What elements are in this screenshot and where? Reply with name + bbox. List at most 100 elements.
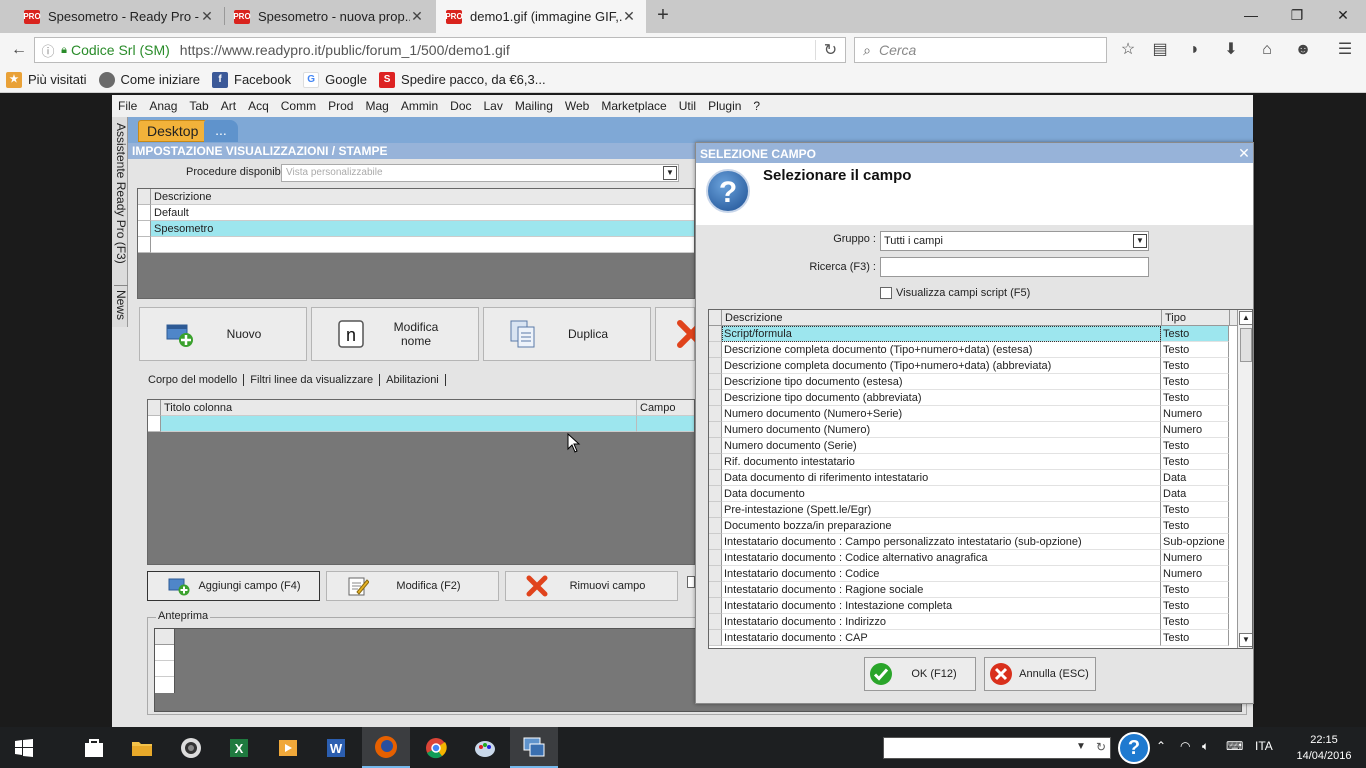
- tab-enablements[interactable]: Abilitazioni: [386, 374, 446, 386]
- reload-icon[interactable]: ↻: [815, 40, 845, 60]
- table-row-selected[interactable]: [148, 416, 694, 432]
- script-fields-checkbox[interactable]: [880, 287, 892, 299]
- table-row[interactable]: Numero documento (Numero) Numero: [722, 422, 1237, 438]
- menu-web[interactable]: Web: [559, 99, 595, 113]
- scroll-down-icon[interactable]: ▼: [1239, 633, 1252, 647]
- menu-mag[interactable]: Mag: [359, 99, 394, 113]
- bookmark-facebook[interactable]: f Facebook: [212, 71, 291, 88]
- menu-plugin[interactable]: Plugin: [702, 99, 747, 113]
- table-row[interactable]: Intestatario documento : Campo personali…: [722, 534, 1237, 550]
- table-row[interactable]: Intestatario documento : CAP Testo: [722, 630, 1237, 646]
- empty-cell[interactable]: [637, 416, 694, 432]
- close-tab-icon[interactable]: ✕: [200, 8, 214, 25]
- taskbar-explorer[interactable]: [118, 727, 166, 768]
- table-row[interactable]: Documento bozza/in preparazione Testo: [722, 518, 1237, 534]
- url-text[interactable]: https://www.readypro.it/public/forum_1/5…: [180, 42, 815, 58]
- menu-doc[interactable]: Doc: [444, 99, 477, 113]
- back-arrow-icon[interactable]: ←: [8, 39, 30, 61]
- menu-prod[interactable]: Prod: [322, 99, 359, 113]
- bookmark-shipping[interactable]: S Spedire pacco, da €6,3...: [379, 71, 546, 88]
- table-row[interactable]: Data documento Data: [722, 486, 1237, 502]
- scrollbar-thumb[interactable]: [1240, 328, 1252, 362]
- menu-art[interactable]: Art: [215, 99, 242, 113]
- close-tab-icon[interactable]: ✕: [410, 8, 424, 25]
- menu-mailing[interactable]: Mailing: [509, 99, 559, 113]
- tab-line-filters[interactable]: Filtri linee da visualizzare: [250, 374, 381, 386]
- bookmark-most-visited[interactable]: ★ Più visitati: [6, 71, 87, 88]
- help-icon[interactable]: ?: [1118, 732, 1150, 764]
- download-icon[interactable]: ⬇: [1220, 39, 1242, 61]
- taskbar-camera-app[interactable]: [167, 727, 215, 768]
- tab-desktop[interactable]: Desktop: [138, 120, 208, 142]
- browser-tab-3-active[interactable]: PRO demo1.gif (immagine GIF,... ✕: [436, 0, 646, 33]
- taskbar-chrome[interactable]: [412, 727, 460, 768]
- taskbar-store[interactable]: [70, 727, 118, 768]
- cancel-button[interactable]: Annulla (ESC): [984, 657, 1096, 691]
- start-button[interactable]: [0, 727, 48, 768]
- tab-more[interactable]: ...: [204, 120, 238, 142]
- table-row[interactable]: Intestatario documento : Codice alternat…: [722, 550, 1237, 566]
- chevron-up-icon[interactable]: ⌃: [1156, 739, 1166, 753]
- close-icon[interactable]: ✕: [1237, 143, 1251, 163]
- taskbar-readypro[interactable]: [510, 727, 558, 768]
- bookmark-google[interactable]: G Google: [303, 71, 367, 88]
- taskbar-media-player[interactable]: [264, 727, 312, 768]
- keyboard-icon[interactable]: ⌨: [1226, 739, 1243, 753]
- taskbar-word[interactable]: W: [312, 727, 360, 768]
- close-window-icon[interactable]: ✕: [1320, 0, 1366, 30]
- table-row[interactable]: Intestatario documento : Intestazione co…: [722, 598, 1237, 614]
- table-row[interactable]: Intestatario documento : Ragione sociale…: [722, 582, 1237, 598]
- pocket-icon[interactable]: ◗: [1184, 39, 1206, 61]
- bookmark-star-icon[interactable]: ☆: [1117, 39, 1139, 61]
- remove-field-button[interactable]: Rimuovi campo: [505, 571, 678, 601]
- menu-anag[interactable]: Anag: [143, 99, 183, 113]
- minimize-icon[interactable]: —: [1228, 0, 1274, 30]
- hamburger-menu-icon[interactable]: ☰: [1334, 39, 1356, 61]
- taskbar-address-input[interactable]: ▼ ↻: [883, 737, 1111, 759]
- add-field-button[interactable]: Aggiungi campo (F4): [147, 571, 320, 601]
- side-tab-news[interactable]: News: [114, 285, 128, 320]
- wifi-icon[interactable]: ◠: [1180, 739, 1190, 753]
- close-tab-icon[interactable]: ✕: [622, 8, 636, 25]
- side-tab-assistant[interactable]: Assistente Ready Pro (F3): [114, 123, 128, 264]
- group-select[interactable]: Tutti i campi ▼: [880, 231, 1149, 251]
- site-identity[interactable]: Codice Srl (SM): [71, 42, 170, 58]
- refresh-icon[interactable]: ↻: [1096, 740, 1106, 754]
- chevron-down-icon[interactable]: ▼: [1076, 741, 1088, 752]
- url-bar[interactable]: ⓘ 🔒︎ Codice Srl (SM) https://www.readypr…: [34, 37, 846, 63]
- menu-marketplace[interactable]: Marketplace: [595, 99, 672, 113]
- language-indicator[interactable]: ITA: [1255, 739, 1273, 753]
- rename-button[interactable]: n Modifica nome: [311, 307, 479, 361]
- partial-checkbox[interactable]: [687, 576, 695, 588]
- menu-tab[interactable]: Tab: [183, 99, 214, 113]
- menu-acq[interactable]: Acq: [242, 99, 275, 113]
- table-row[interactable]: Descrizione tipo documento (abbreviata) T…: [722, 390, 1237, 406]
- new-tab-icon[interactable]: +: [652, 4, 674, 26]
- menu-lav[interactable]: Lav: [478, 99, 509, 113]
- taskbar-clock[interactable]: 22:15 14/04/2016: [1296, 732, 1352, 764]
- taskbar-excel[interactable]: X: [215, 727, 263, 768]
- duplicate-button[interactable]: Duplica: [483, 307, 651, 361]
- menu-comm[interactable]: Comm: [275, 99, 322, 113]
- chevron-down-icon[interactable]: ▼: [663, 166, 677, 180]
- table-row[interactable]: Intestatario documento : Indirizzo Testo: [722, 614, 1237, 630]
- vertical-scrollbar[interactable]: ▲ ▼: [1237, 310, 1252, 648]
- taskbar-firefox[interactable]: [362, 727, 410, 768]
- ok-button[interactable]: OK (F12): [864, 657, 976, 691]
- table-row[interactable]: Descrizione completa documento (Tipo+num…: [722, 342, 1237, 358]
- scroll-up-icon[interactable]: ▲: [1239, 311, 1252, 325]
- table-row[interactable]: Descrizione tipo documento (estesa) Testo: [722, 374, 1237, 390]
- procedures-select[interactable]: Vista personalizzabile ▼: [281, 164, 679, 182]
- table-row[interactable]: Numero documento (Numero+Serie) Numero: [722, 406, 1237, 422]
- table-row-empty[interactable]: [138, 237, 694, 253]
- search-input[interactable]: [880, 257, 1149, 277]
- table-row[interactable]: Descrizione completa documento (Tipo+num…: [722, 358, 1237, 374]
- empty-cell[interactable]: [161, 416, 637, 432]
- menu-help[interactable]: ?: [747, 99, 766, 113]
- tab-model-body[interactable]: Corpo del modello: [148, 374, 245, 386]
- edit-button[interactable]: Modifica (F2): [326, 571, 499, 601]
- table-row[interactable]: Rif. documento intestatario Testo: [722, 454, 1237, 470]
- table-row[interactable]: Numero documento (Serie) Testo: [722, 438, 1237, 454]
- browser-tab-1[interactable]: PRO Spesometro - Ready Pro - ... ✕: [14, 0, 224, 33]
- menu-util[interactable]: Util: [673, 99, 702, 113]
